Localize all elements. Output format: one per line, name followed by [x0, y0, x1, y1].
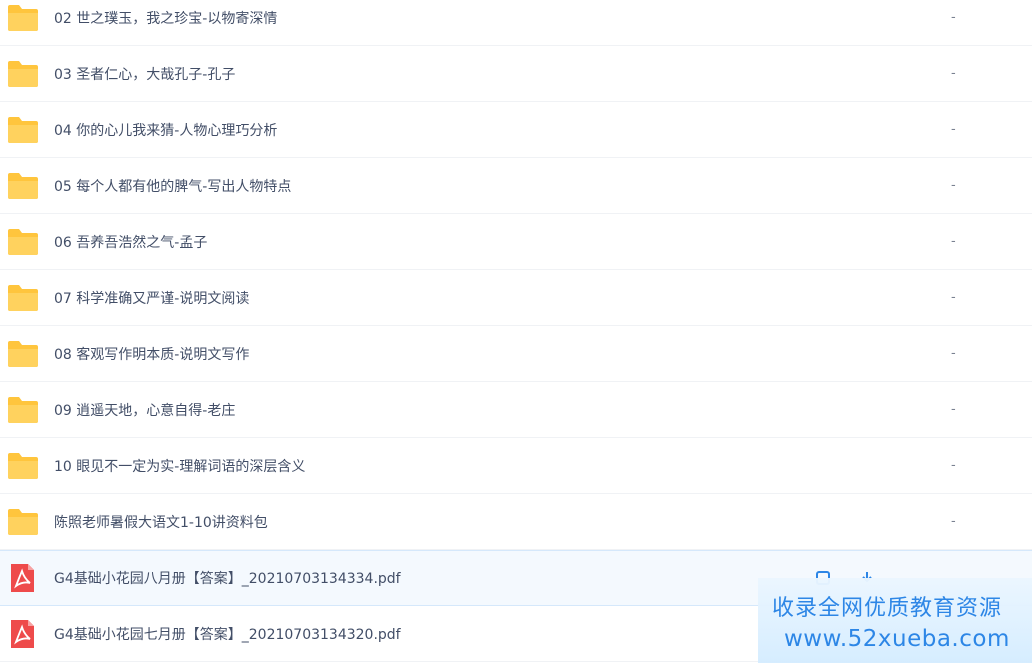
file-row-folder[interactable]: 08 客观写作明本质-说明文写作 - — [0, 326, 1032, 382]
file-size: - — [951, 290, 956, 305]
file-row-folder[interactable]: 06 吾养吾浩然之气-孟子 - — [0, 214, 1032, 270]
file-name[interactable]: 09 逍遥天地，心意自得-老庄 — [54, 400, 235, 420]
file-row-folder[interactable]: 02 世之璞玉，我之珍宝-以物寄深情 - — [0, 0, 1032, 46]
file-row-folder[interactable]: 03 圣者仁心，大哉孔子-孔子 - — [0, 46, 1032, 102]
file-size: - — [951, 178, 956, 193]
file-name[interactable]: 10 眼见不一定为实-理解词语的深层含义 — [54, 456, 305, 476]
file-size: - — [951, 458, 956, 473]
watermark-slogan: 收录全网优质教育资源 — [772, 596, 1003, 621]
watermark-url: www.52xueba.com — [784, 626, 1010, 652]
file-name[interactable]: 陈照老师暑假大语文1-10讲资料包 — [54, 512, 268, 532]
file-row-folder[interactable]: 10 眼见不一定为实-理解词语的深层含义 - — [0, 438, 1032, 494]
file-size: - — [951, 234, 956, 249]
file-size: - — [951, 66, 956, 81]
folder-icon — [8, 340, 38, 367]
file-row-folder[interactable]: 05 每个人都有他的脾气-写出人物特点 - — [0, 158, 1032, 214]
file-size: - — [951, 346, 956, 361]
file-name[interactable]: 06 吾养吾浩然之气-孟子 — [54, 232, 207, 252]
folder-icon — [8, 452, 38, 479]
file-name[interactable]: G4基础小花园八月册【答案】_20210703134334.pdf — [54, 568, 401, 588]
file-name[interactable]: 03 圣者仁心，大哉孔子-孔子 — [54, 64, 235, 84]
file-name[interactable]: G4基础小花园七月册【答案】_20210703134320.pdf — [54, 624, 401, 644]
watermark-banner: 收录全网优质教育资源 www.52xueba.com — [758, 578, 1032, 663]
file-name[interactable]: 08 客观写作明本质-说明文写作 — [54, 344, 249, 364]
file-row-folder[interactable]: 陈照老师暑假大语文1-10讲资料包 - — [0, 494, 1032, 550]
pdf-icon — [11, 564, 34, 592]
folder-icon — [8, 4, 38, 31]
file-row-folder[interactable]: 09 逍遥天地，心意自得-老庄 - — [0, 382, 1032, 438]
folder-icon — [8, 396, 38, 423]
file-name[interactable]: 02 世之璞玉，我之珍宝-以物寄深情 — [54, 8, 277, 28]
file-row-folder[interactable]: 04 你的心儿我来猜-人物心理巧分析 - — [0, 102, 1032, 158]
file-size: - — [951, 122, 956, 137]
folder-icon — [8, 60, 38, 87]
pdf-icon — [11, 619, 34, 648]
file-size: - — [951, 402, 956, 417]
folder-icon — [8, 508, 38, 535]
folder-icon — [8, 284, 38, 311]
file-row-folder[interactable]: 07 科学准确又严谨-说明文阅读 - — [0, 270, 1032, 326]
file-size: - — [951, 514, 956, 529]
file-name[interactable]: 04 你的心儿我来猜-人物心理巧分析 — [54, 120, 277, 140]
folder-icon — [8, 172, 38, 199]
file-name[interactable]: 05 每个人都有他的脾气-写出人物特点 — [54, 176, 291, 196]
file-size: - — [951, 10, 956, 25]
file-name[interactable]: 07 科学准确又严谨-说明文阅读 — [54, 288, 249, 308]
folder-icon — [8, 228, 38, 255]
folder-icon — [8, 116, 38, 143]
file-list: 02 世之璞玉，我之珍宝-以物寄深情 - 03 圣者仁心，大哉孔子-孔子 - 0… — [0, 0, 1032, 662]
